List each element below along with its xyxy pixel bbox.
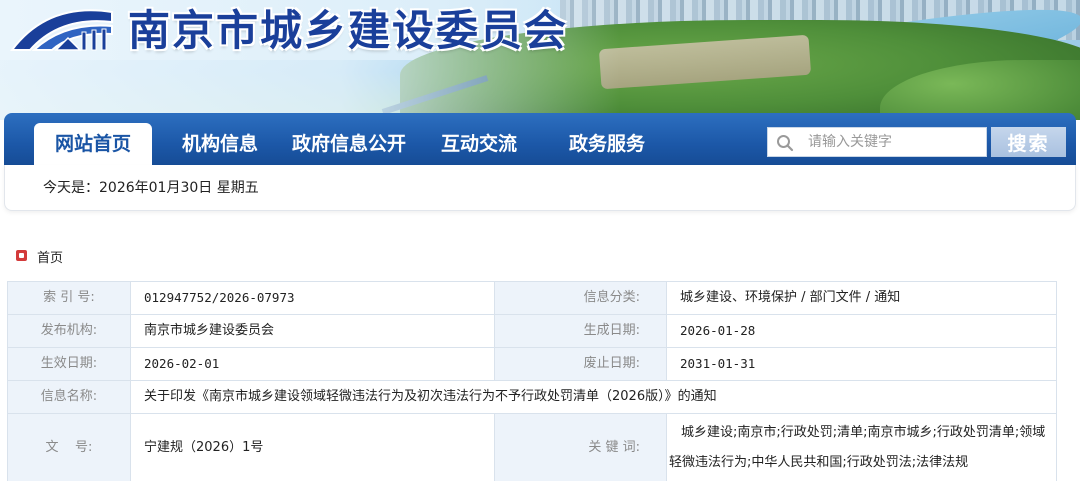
search-box bbox=[767, 127, 987, 157]
doc-number-value: 宁建规（2026）1号 bbox=[130, 413, 495, 481]
header-banner: 南京市城乡建设委员会 bbox=[0, 0, 1080, 120]
site-title: 南京市城乡建设委员会 bbox=[128, 6, 569, 55]
created-date-label: 生成日期: bbox=[494, 314, 667, 348]
effective-date-label: 生效日期: bbox=[7, 347, 131, 381]
date-bar: 今天是：2026年01月30日 星期五 bbox=[4, 165, 1076, 211]
publisher-value: 南京市城乡建设委员会 bbox=[130, 314, 495, 348]
table-row: 生效日期: 2026-02-01 废止日期: 2031-01-31 bbox=[7, 347, 1057, 381]
search-input[interactable] bbox=[808, 130, 980, 154]
category-value: 城乡建设、环境保护 / 部门文件 / 通知 bbox=[666, 281, 1057, 315]
page: 南京市城乡建设委员会 网站首页 机构信息 政府信息公开 互动交流 政务服务 搜索… bbox=[0, 0, 1080, 481]
site-logo-icon bbox=[9, 9, 113, 51]
table-row: 文 号: 宁建规（2026）1号 关 键 词: 城乡建设;南京市;行政处罚;清单… bbox=[7, 413, 1057, 481]
table-row: 信息名称: 关于印发《南京市城乡建设领域轻微违法行为及初次违法行为不予行政处罚清… bbox=[7, 380, 1057, 414]
doc-number-label: 文 号: bbox=[7, 413, 131, 481]
search-button[interactable]: 搜索 bbox=[991, 127, 1066, 157]
table-row: 发布机构: 南京市城乡建设委员会 生成日期: 2026-01-28 bbox=[7, 314, 1057, 348]
nav-item-gov-info[interactable]: 政府信息公开 bbox=[292, 123, 406, 165]
info-name-label: 信息名称: bbox=[7, 380, 131, 414]
nav-item-home[interactable]: 网站首页 bbox=[34, 123, 152, 165]
created-date-value: 2026-01-28 bbox=[666, 314, 1057, 348]
table-row: 索 引 号: 012947752/2026-07973 信息分类: 城乡建设、环… bbox=[7, 281, 1057, 315]
publisher-label: 发布机构: bbox=[7, 314, 131, 348]
document-info-table: 索 引 号: 012947752/2026-07973 信息分类: 城乡建设、环… bbox=[7, 281, 1057, 481]
nav-item-services[interactable]: 政务服务 bbox=[569, 123, 645, 165]
home-icon bbox=[16, 250, 27, 261]
main-nav: 网站首页 机构信息 政府信息公开 互动交流 政务服务 搜索 bbox=[4, 113, 1076, 165]
breadcrumb-home-link[interactable]: 首页 bbox=[37, 247, 63, 266]
expiry-date-label: 废止日期: bbox=[494, 347, 667, 381]
info-name-value: 关于印发《南京市城乡建设领域轻微违法行为及初次违法行为不予行政处罚清单（2026… bbox=[130, 380, 1057, 414]
search-icon bbox=[777, 135, 794, 152]
keywords-value: 城乡建设;南京市;行政处罚;清单;南京市城乡;行政处罚清单;领域轻微违法行为;中… bbox=[666, 413, 1057, 481]
index-value: 012947752/2026-07973 bbox=[130, 281, 495, 315]
category-label: 信息分类: bbox=[494, 281, 667, 315]
today-date: 今天是：2026年01月30日 星期五 bbox=[43, 180, 259, 196]
keywords-label: 关 键 词: bbox=[494, 413, 667, 481]
effective-date-value: 2026-02-01 bbox=[130, 347, 495, 381]
index-label: 索 引 号: bbox=[7, 281, 131, 315]
nav-item-interaction[interactable]: 互动交流 bbox=[441, 123, 517, 165]
expiry-date-value: 2031-01-31 bbox=[666, 347, 1057, 381]
nav-item-organization[interactable]: 机构信息 bbox=[182, 123, 258, 165]
